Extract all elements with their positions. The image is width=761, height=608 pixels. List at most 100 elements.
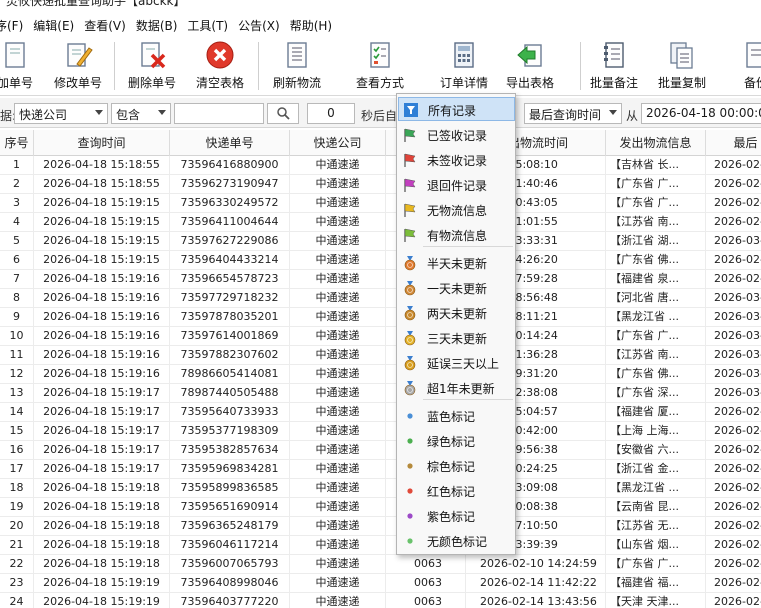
add-number-button[interactable]: 加单号 <box>0 36 38 96</box>
table-header: 序号 查询时间 快递单号 快递公司 出物流时间 发出物流信息 最后 <box>0 130 761 156</box>
cell-tracking: 73596654578723 <box>170 270 290 289</box>
column-header-company[interactable]: 快递公司 <box>290 130 386 156</box>
table-row[interactable]: 11 2026-04-18 15:19:16 73597882307602 中通速递 3… <box>0 346 761 365</box>
table-row[interactable]: 8 2026-04-18 15:19:16 73597729718232 中通速递 3-… <box>0 289 761 308</box>
column-header-last[interactable]: 最后 <box>706 130 761 156</box>
menu-item-17[interactable]: 无颜色标记 <box>398 529 515 553</box>
cell-query-time: 2026-04-18 15:19:15 <box>34 251 170 270</box>
menu-view[interactable]: 查看(V) <box>79 17 131 34</box>
menu-file[interactable]: 序(F) <box>0 17 28 34</box>
table-row[interactable]: 14 2026-04-18 15:19:17 73595640733933 中通速递 2… <box>0 403 761 422</box>
filter-field-select[interactable]: 快递公司 <box>14 103 108 124</box>
menu-item-15[interactable]: 红色标记 <box>398 479 515 503</box>
table-row[interactable]: 17 2026-04-18 15:19:17 73595969834281 中通速递 2… <box>0 460 761 479</box>
cell-no: 2 <box>0 175 34 194</box>
batch-note-button[interactable]: 批量备注 <box>584 36 644 96</box>
clear-circle-icon <box>206 41 234 69</box>
cell-ship-info: 【江苏省 南... <box>606 346 706 365</box>
menu-item-6[interactable]: 半天未更新 <box>398 251 515 275</box>
column-header-no[interactable]: 序号 <box>0 130 34 156</box>
menu-edit[interactable]: 编辑(E) <box>28 17 79 34</box>
table-row[interactable]: 5 2026-04-18 15:19:15 73597627229086 中通速递 3-… <box>0 232 761 251</box>
menu-item-14[interactable]: 棕色标记 <box>398 454 515 478</box>
filter-bar: 据: 快递公司 包含 0 秒后自 最后查询时间 从 2026-04-18 00:… <box>0 98 761 128</box>
cell-last: 2026-03- <box>706 327 761 346</box>
cell-company: 中通速递 <box>290 270 386 289</box>
edit-number-button[interactable]: 修改单号 <box>48 36 108 96</box>
export-table-button[interactable]: 导出表格 <box>500 36 560 96</box>
medal-icon <box>404 256 416 271</box>
cell-company: 中通速递 <box>290 517 386 536</box>
menu-notice[interactable]: 公告(X) <box>233 17 285 34</box>
menu-item-8[interactable]: 两天未更新 <box>398 301 515 325</box>
menu-item-16[interactable]: 紫色标记 <box>398 504 515 528</box>
menu-item-4[interactable]: 无物流信息 <box>398 198 515 222</box>
menu-tools[interactable]: 工具(T) <box>182 17 233 34</box>
column-header-ship-info[interactable]: 发出物流信息 <box>606 130 706 156</box>
backup-button[interactable]: 备份 <box>734 36 761 96</box>
table-row[interactable]: 19 2026-04-18 15:19:18 73595651690914 中通速递 2… <box>0 498 761 517</box>
table-row[interactable]: 7 2026-04-18 15:19:16 73596654578723 中通速递 2-… <box>0 270 761 289</box>
table-row[interactable]: 6 2026-04-18 15:19:15 73596404433214 中通速递 2-… <box>0 251 761 270</box>
cell-tracking: 78986605414081 <box>170 365 290 384</box>
menu-data[interactable]: 数据(B) <box>131 17 183 34</box>
table-row[interactable]: 15 2026-04-18 15:19:17 73595377198309 中通速递 2… <box>0 422 761 441</box>
table-row[interactable]: 24 2026-04-18 15:19:19 73596403777220 中通速递 0… <box>0 593 761 608</box>
search-button[interactable] <box>267 103 299 124</box>
menu-item-11[interactable]: 超1年未更新 <box>398 376 515 400</box>
table-row[interactable]: 1 2026-04-18 15:18:55 73596416880900 中通速递 2-… <box>0 156 761 175</box>
menu-item-12[interactable]: 蓝色标记 <box>398 404 515 428</box>
menu-item-5[interactable]: 有物流信息 <box>398 223 515 247</box>
menu-item-label: 超1年未更新 <box>427 382 495 396</box>
medal-icon <box>404 281 416 296</box>
delete-number-button[interactable]: 删除单号 <box>122 36 182 96</box>
table-row[interactable]: 16 2026-04-18 15:19:17 73595382857634 中通速递 2… <box>0 441 761 460</box>
table-row[interactable]: 20 2026-04-18 15:19:18 73596365248179 中通速递 2… <box>0 517 761 536</box>
table-row[interactable]: 13 2026-04-18 15:19:17 78987440505488 中通速递 3… <box>0 384 761 403</box>
clear-table-button[interactable]: 清空表格 <box>190 36 250 96</box>
cell-ship-info: 【浙江省 金... <box>606 460 706 479</box>
table-row[interactable]: 9 2026-04-18 15:19:16 73597878035201 中通速递 3-… <box>0 308 761 327</box>
column-header-tracking[interactable]: 快递单号 <box>170 130 290 156</box>
date-field-select[interactable]: 最后查询时间 <box>524 103 622 124</box>
menu-item-2[interactable]: 未签收记录 <box>398 148 515 172</box>
cell-tracking: 73596365248179 <box>170 517 290 536</box>
menu-item-3[interactable]: 退回件记录 <box>398 173 515 197</box>
table-row[interactable]: 22 2026-04-18 15:19:18 73596007065793 中通速递 0… <box>0 555 761 574</box>
table-row[interactable]: 23 2026-04-18 15:19:19 73596408998046 中通速递 0… <box>0 574 761 593</box>
from-date-input[interactable]: 2026-04-18 00:00:00 <box>641 103 761 124</box>
order-detail-button[interactable]: 订单详情 <box>434 36 494 96</box>
cell-no: 11 <box>0 346 34 365</box>
menu-item-13[interactable]: 绿色标记 <box>398 429 515 453</box>
menu-item-label: 绿色标记 <box>427 435 476 449</box>
column-header-query-time[interactable]: 查询时间 <box>34 130 170 156</box>
table-row[interactable]: 3 2026-04-18 15:19:15 73596330249572 中通速递 2-… <box>0 194 761 213</box>
batch-copy-button[interactable]: 批量复制 <box>652 36 712 96</box>
menu-item-7[interactable]: 一天未更新 <box>398 276 515 300</box>
cell-query-time: 2026-04-18 15:19:15 <box>34 213 170 232</box>
menu-item-10[interactable]: 延误三天以上 <box>398 351 515 375</box>
filter-operator-select[interactable]: 包含 <box>111 103 171 124</box>
cell-ship-info: 【浙江省 湖... <box>606 232 706 251</box>
cell-no: 7 <box>0 270 34 289</box>
menu-help[interactable]: 帮助(H) <box>285 17 337 34</box>
refresh-logistics-button[interactable]: 刷新物流 <box>266 36 328 96</box>
table-row[interactable]: 10 2026-04-18 15:19:16 73597614001869 中通速递 3… <box>0 327 761 346</box>
dot-icon <box>407 488 413 494</box>
filter-value-input[interactable] <box>174 103 264 124</box>
cell-last: 2026-02- <box>706 251 761 270</box>
table-row[interactable]: 12 2026-04-18 15:19:16 78986605414081 中通速递 3… <box>0 365 761 384</box>
table-row[interactable]: 2 2026-04-18 15:18:55 73596273190947 中通速递 2-… <box>0 175 761 194</box>
cell-no: 10 <box>0 327 34 346</box>
view-mode-button[interactable]: 查看方式 <box>350 36 410 96</box>
seconds-input[interactable]: 0 <box>307 103 355 124</box>
table-row[interactable]: 18 2026-04-18 15:19:18 73595899836585 中通速递 2… <box>0 479 761 498</box>
menu-item-1[interactable]: 已签收记录 <box>398 123 515 147</box>
menu-item-9[interactable]: 三天未更新 <box>398 326 515 350</box>
table-row[interactable]: 4 2026-04-18 15:19:15 73596411004644 中通速递 2-… <box>0 213 761 232</box>
chevron-down-icon <box>609 110 617 115</box>
menu-item-label: 蓝色标记 <box>427 410 476 424</box>
menu-item-0[interactable]: 所有记录 <box>398 97 515 121</box>
cell-last: 2026-02- <box>706 403 761 422</box>
table-row[interactable]: 21 2026-04-18 15:19:18 73596046117214 中通速递 2… <box>0 536 761 555</box>
